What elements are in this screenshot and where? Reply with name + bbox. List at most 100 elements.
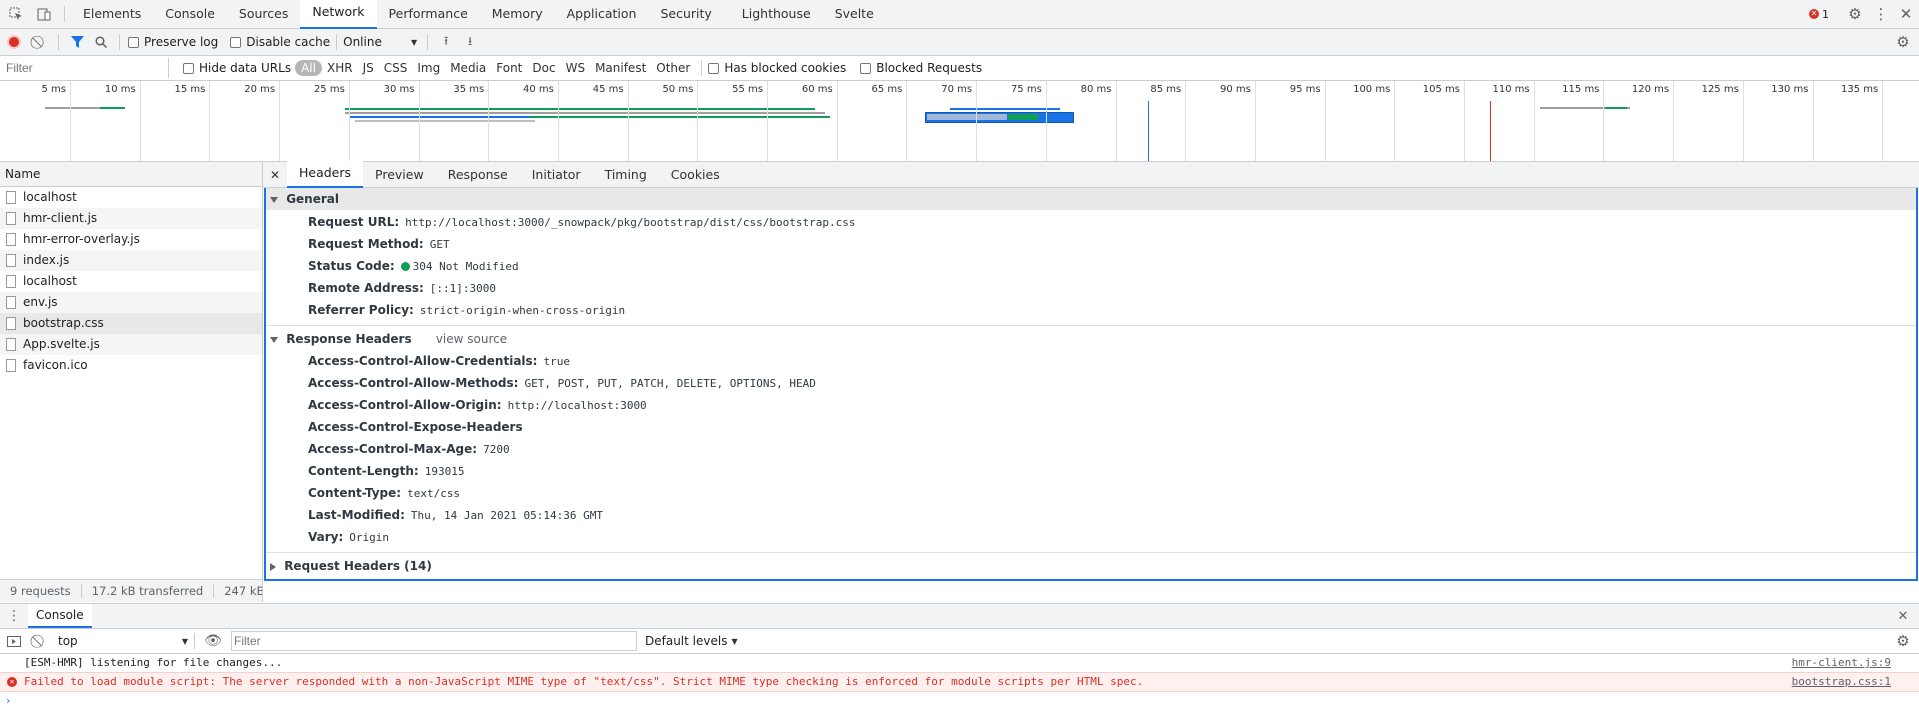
request-row[interactable]: favicon.ico (0, 355, 262, 376)
timeline-gridline (627, 81, 629, 161)
error-badge[interactable]: ✕ 1 (1809, 8, 1829, 21)
request-row[interactable]: App.svelte.js (0, 334, 262, 355)
drawer-tab-console[interactable]: Console (28, 604, 92, 628)
general-section-header[interactable]: General (266, 188, 1916, 210)
request-row[interactable]: bootstrap.css (0, 313, 262, 334)
inspect-element-icon[interactable] (2, 0, 30, 28)
console-filter-input[interactable] (231, 631, 637, 651)
tab-svelte[interactable]: Svelte (823, 0, 886, 28)
timeline-gridline (418, 81, 420, 161)
blocked-requests-checkbox[interactable]: Blocked Requests (860, 61, 982, 75)
request-row[interactable]: localhost (0, 271, 262, 292)
record-icon[interactable] (0, 29, 28, 55)
clear-console-icon[interactable]: ⃠ (28, 629, 52, 653)
detail-tab-headers[interactable]: Headers (287, 161, 364, 188)
filter-type-img[interactable]: Img (412, 61, 445, 75)
waterfall-bar (950, 108, 1060, 110)
filter-type-manifest[interactable]: Manifest (590, 61, 651, 75)
tab-network[interactable]: Network (300, 0, 377, 29)
filter-funnel-icon[interactable] (65, 29, 89, 55)
filter-input[interactable] (4, 58, 169, 78)
throttling-select[interactable]: Online ▼ (343, 35, 421, 49)
import-har-icon[interactable]: ⭱ (434, 29, 458, 55)
filter-type-media[interactable]: Media (445, 61, 491, 75)
hide-data-urls-checkbox[interactable]: Hide data URLs (183, 61, 291, 75)
console-message-text: [ESM-HMR] listening for file changes... (24, 656, 283, 669)
checkbox-box[interactable] (860, 62, 872, 74)
header-row: Last-Modified: Thu, 14 Jan 2021 05:14:36 … (266, 504, 1916, 526)
disable-cache-checkbox[interactable]: Disable cache (230, 35, 330, 49)
filter-type-ws[interactable]: WS (561, 61, 590, 75)
tab-performance[interactable]: Performance (377, 0, 480, 28)
header-key: Remote Address: (308, 281, 424, 295)
has-blocked-cookies-checkbox[interactable]: Has blocked cookies (708, 61, 846, 75)
overview-timeline[interactable]: 5 ms 10 ms 15 ms 20 ms 25 ms 30 ms 35 ms 40 ms 4… (0, 81, 1919, 162)
detail-tab-preview[interactable]: Preview (363, 162, 436, 187)
console-settings-icon[interactable]: ⚙ (1891, 629, 1915, 653)
more-options-icon[interactable]: ⋮ (1869, 0, 1893, 28)
device-toolbar-icon[interactable] (30, 0, 58, 28)
filter-type-font[interactable]: Font (491, 61, 527, 75)
header-row: Referrer Policy: strict-origin-when-cross… (266, 299, 1916, 321)
header-row: Access-Control-Max-Age: 7200 (266, 438, 1916, 460)
header-key: Request URL: (308, 215, 400, 229)
console-source-link[interactable]: hmr-client.js:9 (1792, 654, 1891, 672)
view-source-link[interactable]: view source (436, 332, 507, 346)
header-row: Remote Address: [::1]:3000 (266, 277, 1916, 299)
detail-tab-response[interactable]: Response (436, 162, 520, 187)
log-levels-select[interactable]: Default levels ▼ (645, 634, 738, 648)
settings-gear-icon[interactable]: ⚙ (1841, 0, 1869, 28)
context-select[interactable]: top ▼ (58, 634, 188, 648)
response-headers-section-header[interactable]: Response Headers view source (266, 328, 1916, 350)
checkbox-box[interactable] (128, 36, 139, 48)
header-row: Access-Control-Allow-Origin: http://local… (266, 394, 1916, 416)
tab-security[interactable]: Security (648, 0, 723, 28)
sidebar-toggle-icon[interactable] (0, 629, 28, 653)
filter-type-other[interactable]: Other (651, 61, 695, 75)
search-icon[interactable] (89, 29, 113, 55)
network-settings-icon[interactable]: ⚙ (1891, 29, 1915, 55)
close-devtools-icon[interactable]: ✕ (1893, 0, 1919, 28)
filter-type-js[interactable]: JS (358, 61, 379, 75)
close-detail-icon[interactable]: ✕ (263, 162, 287, 187)
tab-memory[interactable]: Memory (480, 0, 555, 28)
detail-tab-cookies[interactable]: Cookies (659, 162, 732, 187)
preserve-log-checkbox[interactable]: Preserve log (128, 35, 218, 49)
tab-console[interactable]: Console (153, 0, 227, 28)
tab-elements[interactable]: Elements (71, 0, 153, 28)
timeline-tick-label: 85 ms (1150, 84, 1182, 95)
filter-type-css[interactable]: CSS (379, 61, 413, 75)
checkbox-box[interactable] (183, 62, 194, 74)
request-row[interactable]: env.js (0, 292, 262, 313)
export-har-icon[interactable]: ⭳ (458, 29, 482, 55)
live-expression-eye-icon[interactable]: 👁 (201, 629, 225, 653)
tab-application[interactable]: Application (555, 0, 649, 28)
request-name: hmr-client.js (23, 211, 98, 225)
header-key: Referrer Policy: (308, 303, 414, 317)
filter-type-xhr[interactable]: XHR (322, 61, 358, 75)
drawer-menu-icon[interactable]: ⋮ (0, 604, 28, 628)
header-row: Request URL: http://localhost:3000/_snowp… (266, 211, 1916, 233)
timeline-gridline (1254, 81, 1256, 161)
console-prompt[interactable]: › (0, 692, 1919, 710)
close-drawer-icon[interactable]: ✕ (1893, 604, 1913, 628)
detail-tab-timing[interactable]: Timing (593, 162, 659, 187)
request-row[interactable]: hmr-client.js (0, 208, 262, 229)
request-row[interactable]: hmr-error-overlay.js (0, 229, 262, 250)
checkbox-box[interactable] (708, 62, 720, 74)
blocked-requests-label: Blocked Requests (876, 61, 983, 75)
console-drawer: ⋮ Console ✕ ⃠ top ▼ 👁 Default levels ▼ ⚙… (0, 603, 1919, 707)
request-row[interactable]: localhost (0, 187, 262, 208)
name-column-header[interactable]: Name (0, 162, 262, 187)
clear-icon[interactable]: ⃠ (28, 29, 52, 55)
request-headers-section-header[interactable]: Request Headers (14) (266, 553, 1916, 579)
console-source-link[interactable]: bootstrap.css:1 (1792, 673, 1891, 691)
tab-lighthouse[interactable]: Lighthouse (730, 0, 823, 28)
filter-type-doc[interactable]: Doc (527, 61, 560, 75)
tab-sources[interactable]: Sources (227, 0, 300, 28)
filter-type-all[interactable]: All (295, 60, 322, 76)
request-row[interactable]: index.js (0, 250, 262, 271)
detail-tab-initiator[interactable]: Initiator (520, 162, 593, 187)
checkbox-box[interactable] (230, 36, 242, 48)
file-icon (6, 191, 16, 204)
